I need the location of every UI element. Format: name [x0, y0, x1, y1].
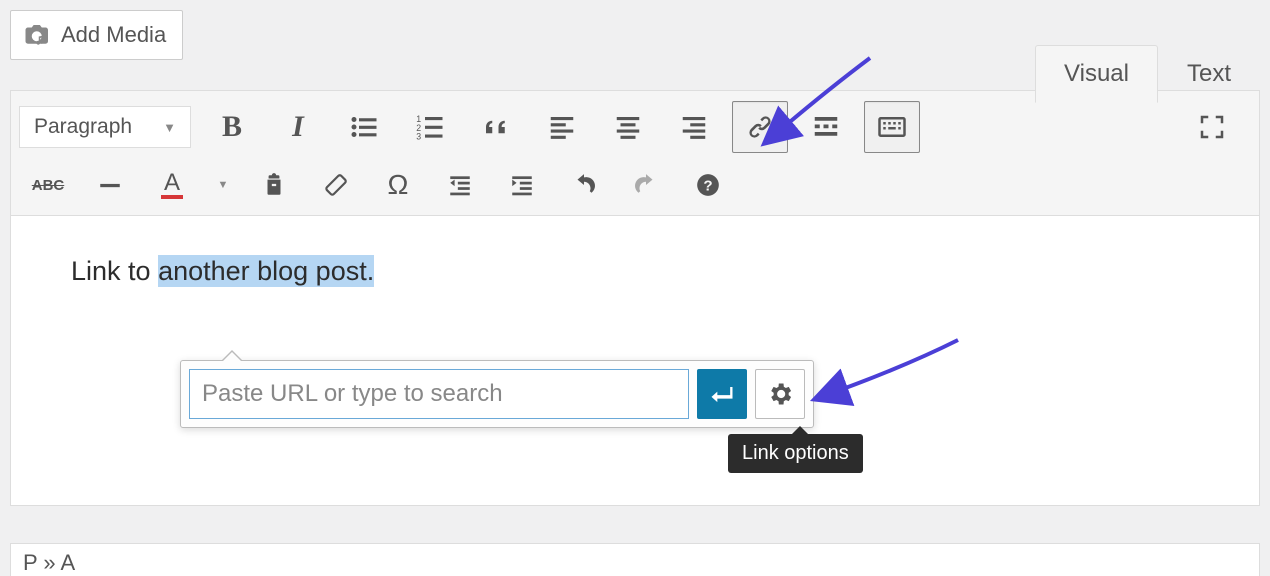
- text-color-dropdown[interactable]: ▼: [208, 161, 238, 209]
- strikethrough-button[interactable]: ABC: [22, 161, 74, 209]
- fullscreen-icon: [1197, 112, 1227, 142]
- insert-more-button[interactable]: [798, 101, 854, 153]
- text-color-button[interactable]: A: [146, 161, 198, 209]
- link-icon: [745, 112, 775, 142]
- tab-visual[interactable]: Visual: [1035, 45, 1158, 103]
- outdent-button[interactable]: [434, 161, 486, 209]
- align-center-button[interactable]: [600, 101, 656, 153]
- bullet-list-icon: [349, 112, 379, 142]
- blockquote-button[interactable]: [468, 101, 524, 153]
- selected-text: another blog post.: [158, 255, 374, 287]
- camera-music-icon: [23, 20, 53, 50]
- numbered-list-icon: 123: [415, 112, 445, 142]
- align-center-icon: [613, 112, 643, 142]
- hr-button[interactable]: [84, 161, 136, 209]
- link-options-button[interactable]: [755, 369, 805, 419]
- content-text: Link to another blog post.: [71, 255, 374, 287]
- svg-text:?: ?: [703, 177, 712, 194]
- toolbar-toggle-button[interactable]: [864, 101, 920, 153]
- align-left-icon: [547, 112, 577, 142]
- add-media-button[interactable]: Add Media: [10, 10, 183, 60]
- paste-text-button[interactable]: [248, 161, 300, 209]
- redo-button[interactable]: [620, 161, 672, 209]
- enter-icon: [708, 380, 736, 408]
- help-button[interactable]: ?: [682, 161, 734, 209]
- format-dropdown-label: Paragraph: [34, 115, 132, 139]
- svg-text:3: 3: [416, 132, 421, 142]
- quote-icon: [481, 112, 511, 142]
- apply-link-button[interactable]: [697, 369, 747, 419]
- align-right-button[interactable]: [666, 101, 722, 153]
- keyboard-icon: [877, 112, 907, 142]
- link-url-input[interactable]: [189, 369, 689, 419]
- italic-button[interactable]: I: [270, 101, 326, 153]
- undo-button[interactable]: [558, 161, 610, 209]
- caret-down-icon: ▼: [163, 120, 176, 135]
- read-more-icon: [811, 112, 841, 142]
- gear-icon: [766, 380, 794, 408]
- fullscreen-button[interactable]: [1184, 101, 1240, 153]
- indent-button[interactable]: [496, 161, 548, 209]
- link-inline-popup: [180, 360, 814, 428]
- indent-icon: [509, 172, 535, 198]
- help-icon: ?: [695, 172, 721, 198]
- link-options-tooltip: Link options: [728, 434, 863, 473]
- numbered-list-button[interactable]: 123: [402, 101, 458, 153]
- editor-toolbar: Paragraph ▼ B I 123: [10, 90, 1260, 216]
- hr-icon: [97, 172, 123, 198]
- tab-text[interactable]: Text: [1158, 45, 1260, 103]
- align-left-button[interactable]: [534, 101, 590, 153]
- outdent-icon: [447, 172, 473, 198]
- status-bar-path: P » A: [10, 543, 1260, 576]
- bullet-list-button[interactable]: [336, 101, 392, 153]
- special-char-button[interactable]: Ω: [372, 161, 424, 209]
- clear-format-button[interactable]: [310, 161, 362, 209]
- bold-button[interactable]: B: [204, 101, 260, 153]
- undo-icon: [571, 172, 597, 198]
- eraser-icon: [323, 172, 349, 198]
- omega-icon: Ω: [388, 169, 409, 201]
- clipboard-icon: [261, 172, 287, 198]
- editor-tabs: Visual Text: [1035, 45, 1260, 103]
- insert-link-button[interactable]: [732, 101, 788, 153]
- add-media-label: Add Media: [61, 22, 166, 48]
- format-dropdown[interactable]: Paragraph ▼: [19, 106, 191, 148]
- redo-icon: [633, 172, 659, 198]
- caret-down-icon: ▼: [218, 179, 229, 191]
- align-right-icon: [679, 112, 709, 142]
